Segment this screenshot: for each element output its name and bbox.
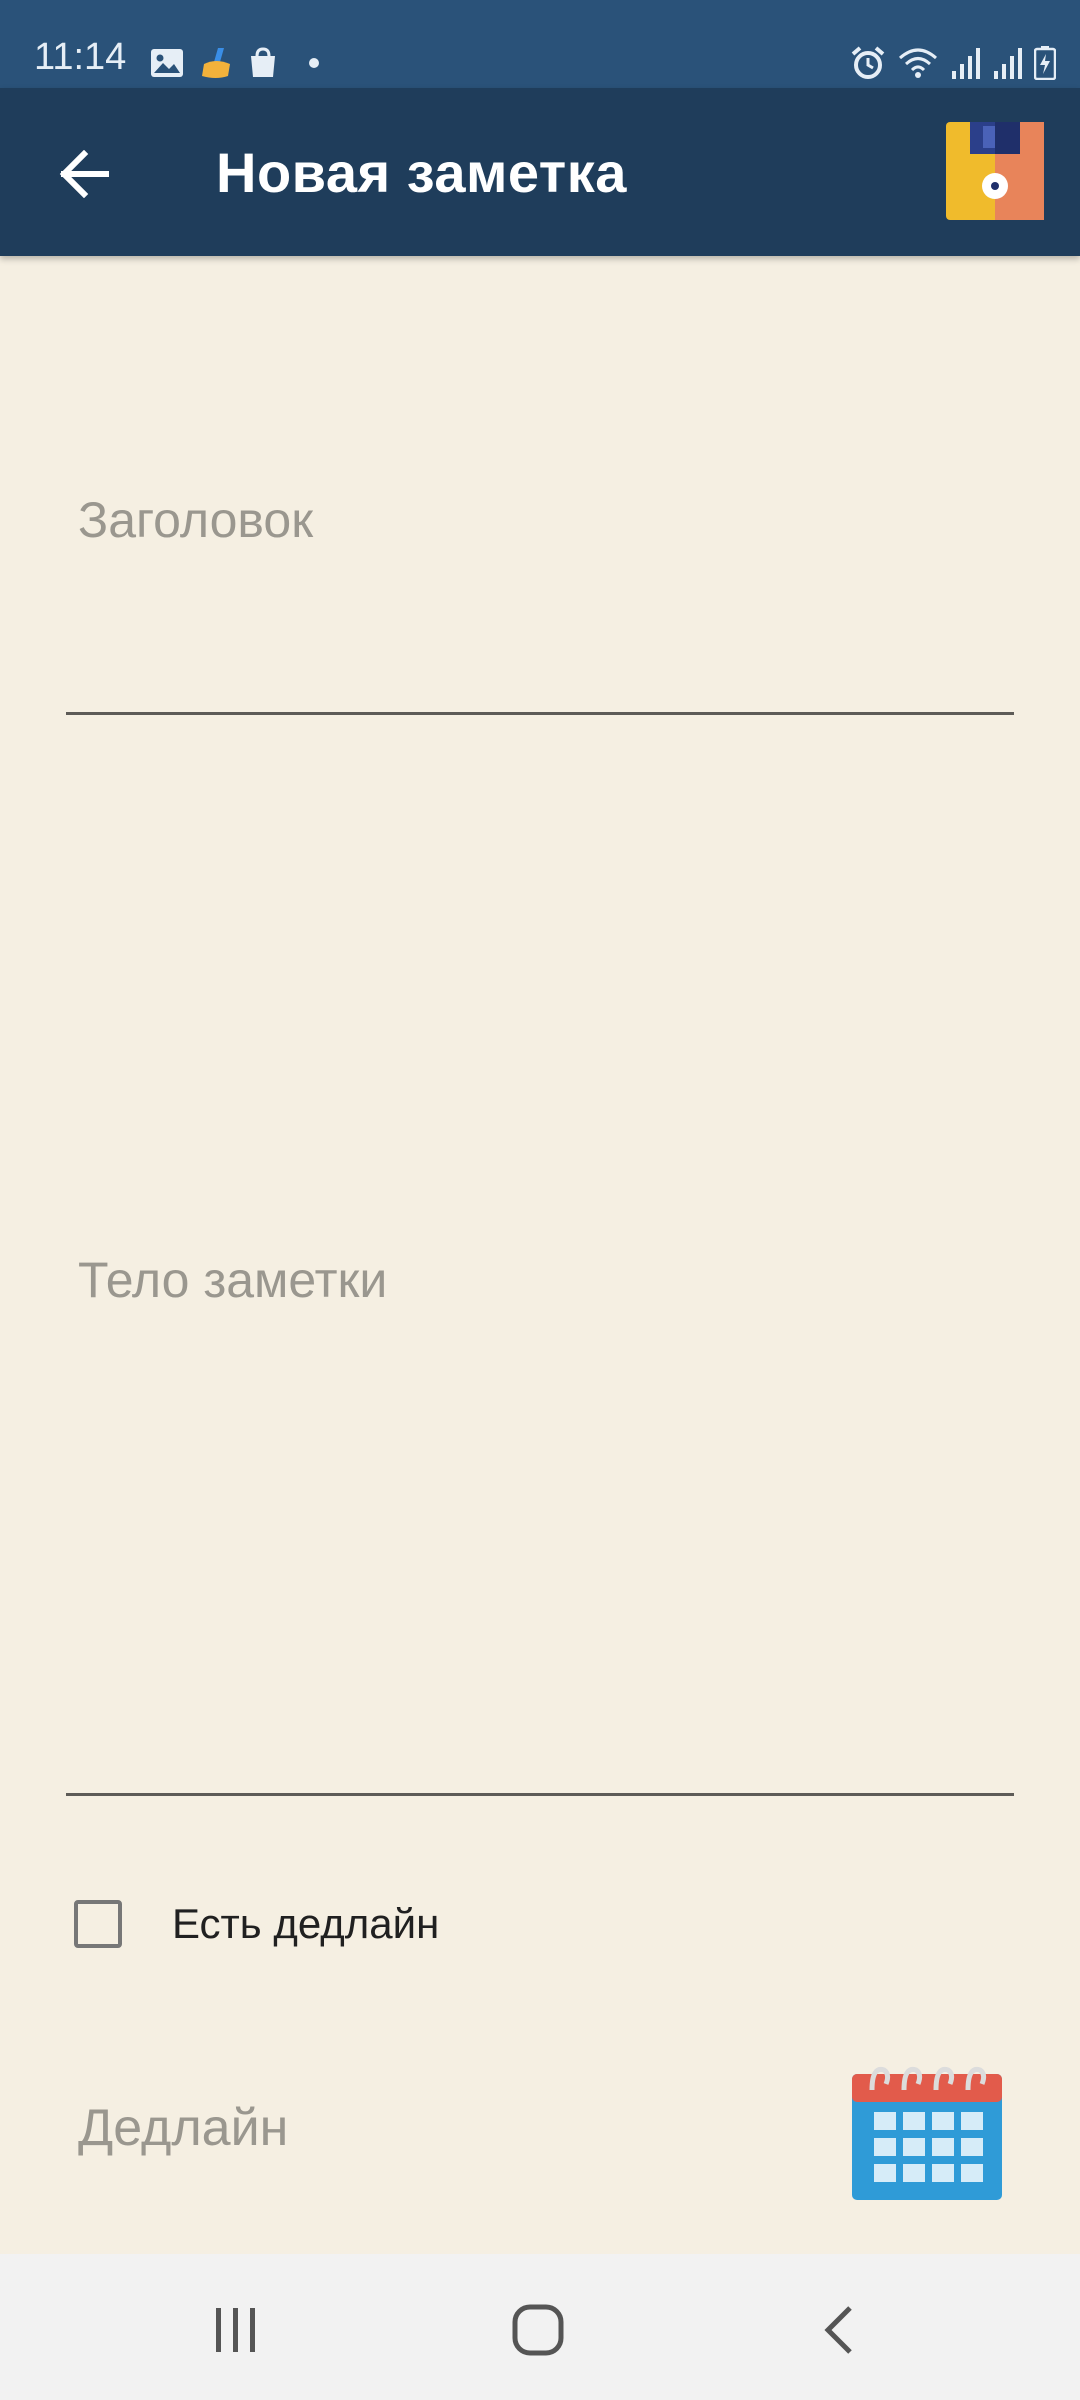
page-title: Новая заметка	[216, 141, 627, 204]
dot-icon	[309, 58, 319, 68]
floppy-disk-icon	[946, 122, 1044, 220]
home-button[interactable]	[498, 2290, 578, 2370]
image-icon	[151, 49, 183, 77]
signal-icon	[994, 48, 1022, 79]
calendar-button[interactable]	[850, 2060, 1004, 2202]
back-icon	[824, 2306, 852, 2354]
status-notification-icons	[150, 46, 322, 80]
status-bar: 11:14	[0, 0, 1080, 88]
shopping-bag-icon	[251, 47, 275, 77]
deadline-checkbox[interactable]	[74, 1900, 122, 1948]
recents-button[interactable]	[196, 2290, 276, 2370]
cleaner-icon	[202, 48, 230, 78]
deadline-checkbox-row[interactable]: Есть дедлайн	[74, 1894, 439, 1954]
deadline-field[interactable]: Дедлайн	[78, 2098, 288, 2158]
title-underline	[66, 712, 1014, 715]
body-field	[66, 1180, 1014, 1800]
calendar-icon	[852, 2066, 1002, 2200]
navigation-bar	[0, 2254, 1080, 2400]
alarm-icon	[851, 46, 885, 79]
nav-back-button[interactable]	[800, 2290, 880, 2370]
body-underline	[66, 1793, 1014, 1796]
recents-icon	[216, 2308, 255, 2352]
body-input[interactable]	[66, 1180, 1014, 1380]
battery-charging-icon	[1034, 46, 1056, 80]
title-field	[66, 440, 1014, 716]
title-input[interactable]	[66, 460, 1014, 580]
deadline-checkbox-label: Есть дедлайн	[172, 1900, 440, 1947]
back-button[interactable]	[44, 134, 124, 214]
save-button[interactable]	[946, 122, 1044, 220]
app-bar: Новая заметка	[0, 88, 1080, 256]
home-icon	[512, 2304, 564, 2356]
arrow-left-icon	[59, 150, 109, 198]
status-time: 11:14	[34, 36, 127, 78]
wifi-icon	[899, 48, 937, 78]
status-system-icons	[850, 44, 1056, 82]
signal-icon	[952, 48, 980, 79]
